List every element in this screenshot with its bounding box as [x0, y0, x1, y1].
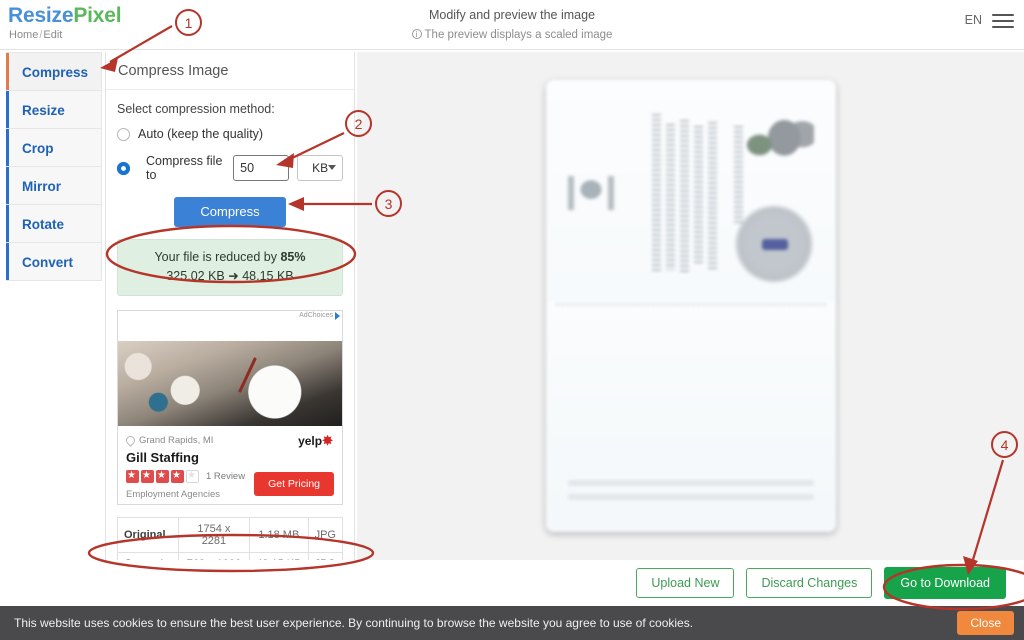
callout-1: 1	[175, 9, 202, 36]
annotation-overlay	[87, 25, 1024, 611]
callout-3: 3	[375, 190, 402, 217]
callout-2: 2	[345, 110, 372, 137]
callout-4: 4	[991, 431, 1018, 458]
resizepixel-app: ResizePixel Home/Edit Modify and preview…	[0, 0, 1024, 640]
